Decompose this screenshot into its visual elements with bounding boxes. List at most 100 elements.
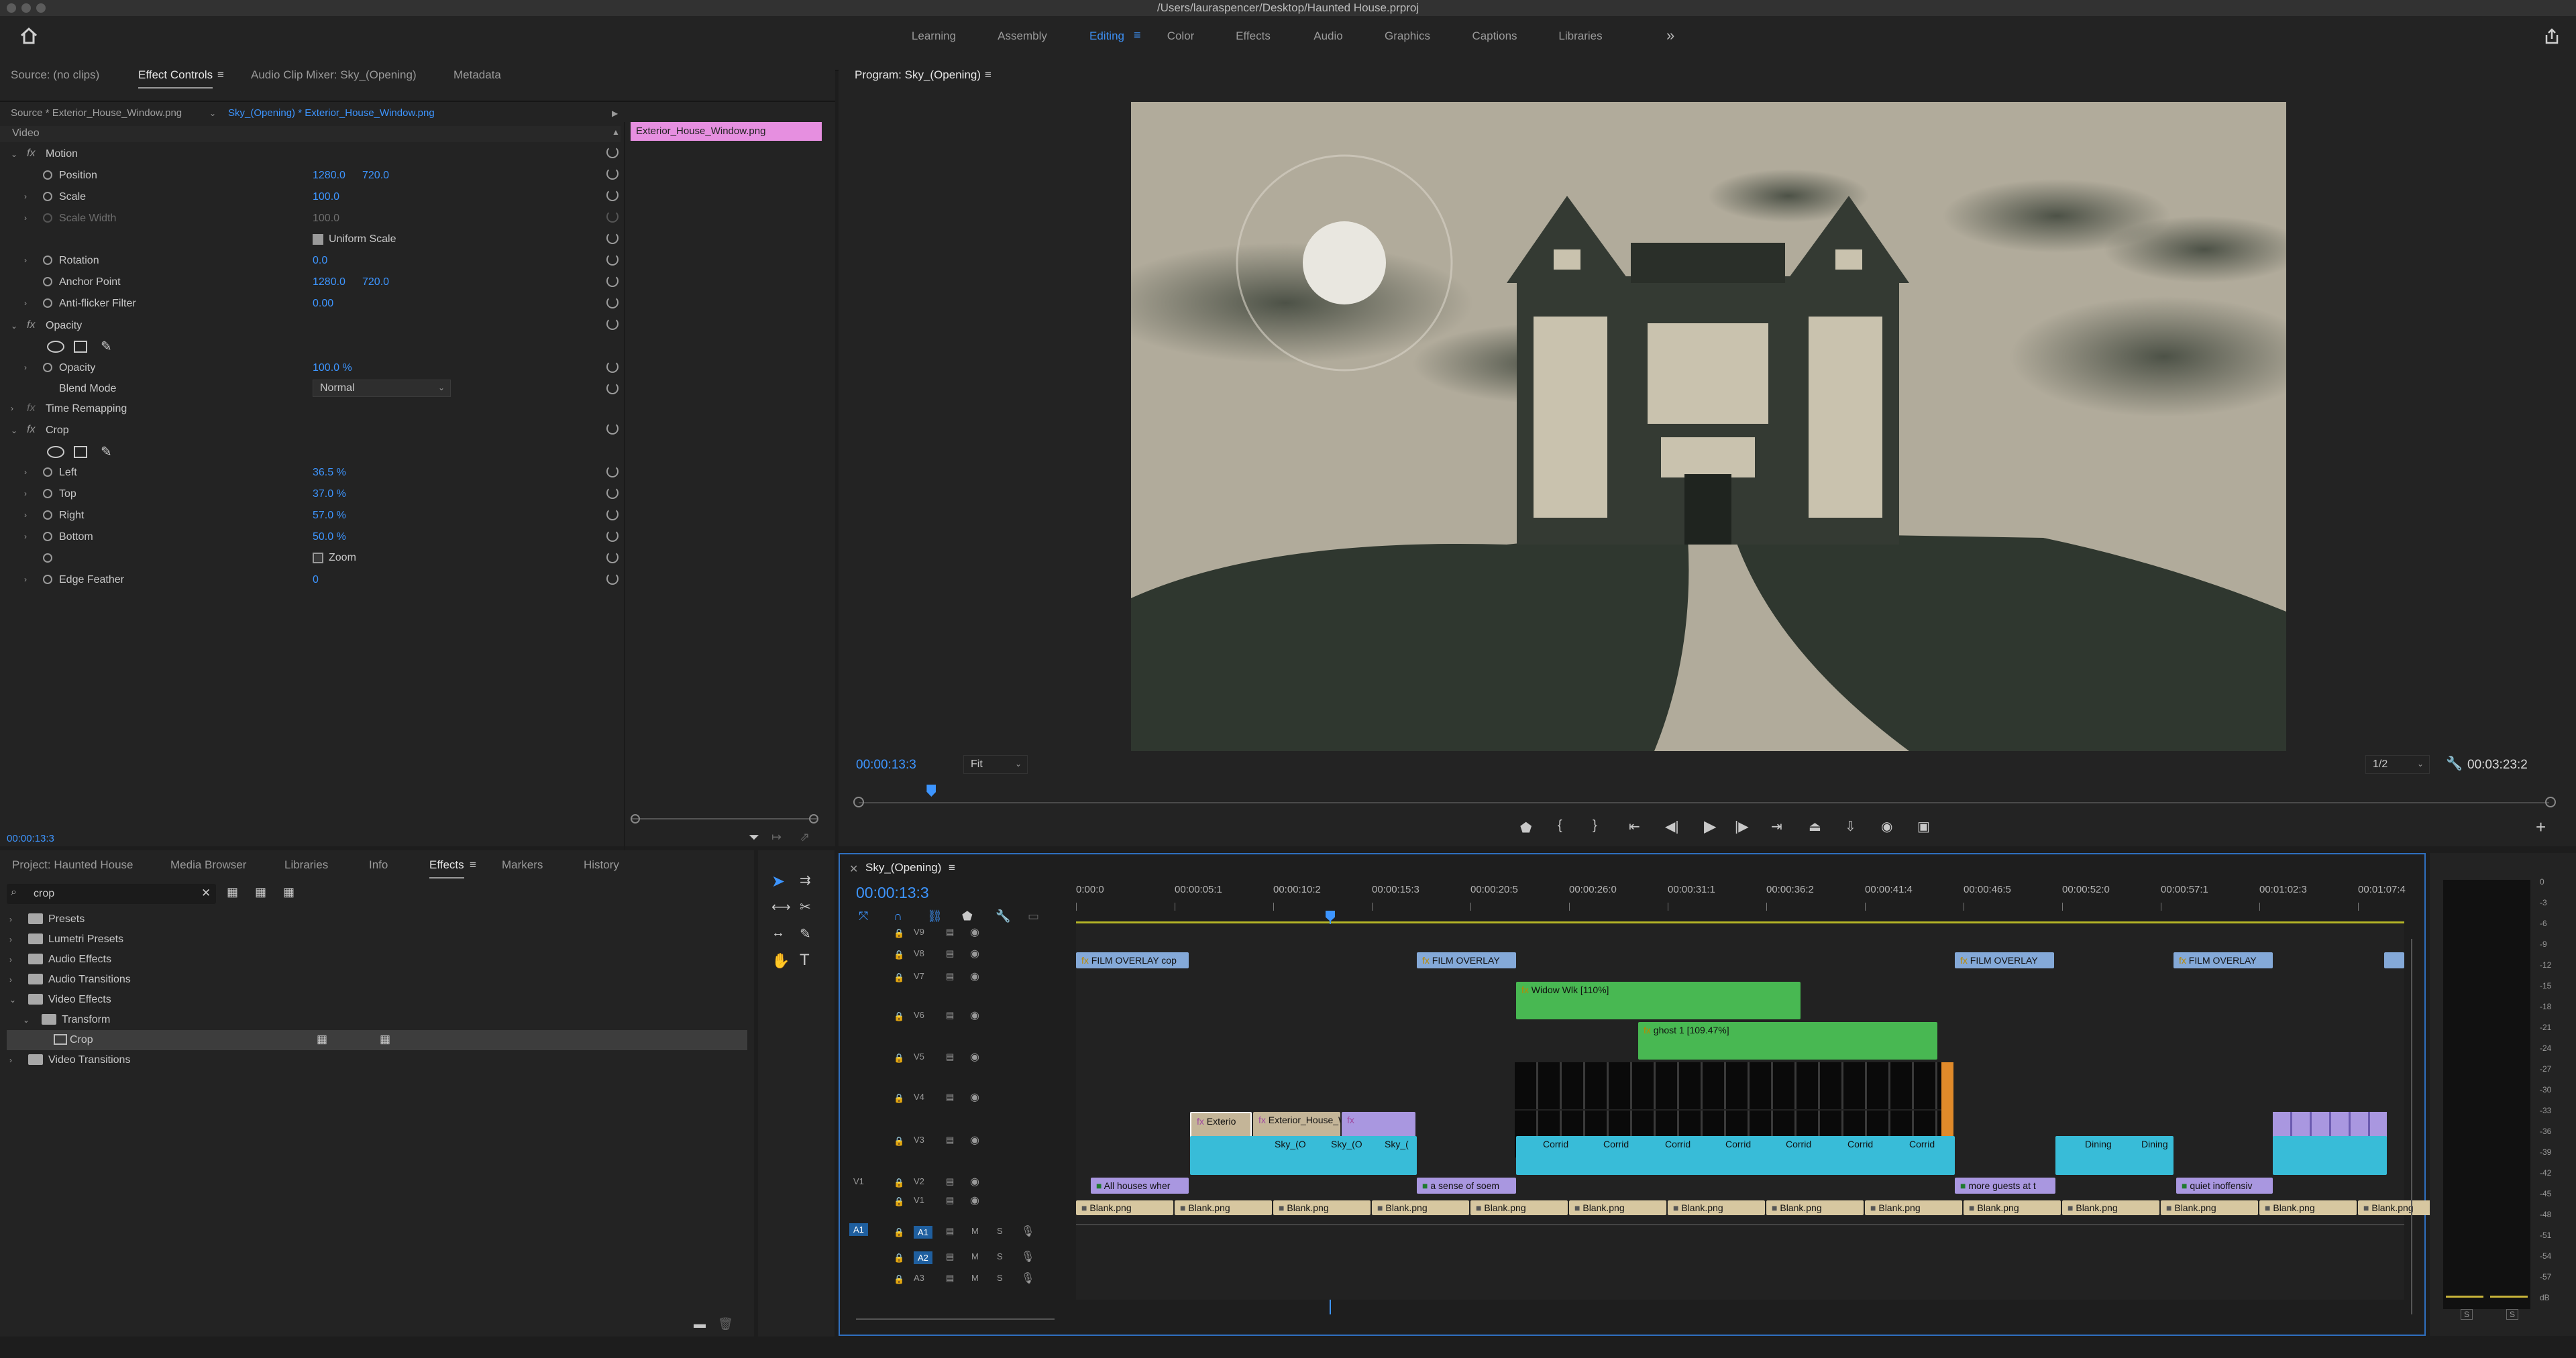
crop-left-value[interactable]: 36.5 % xyxy=(313,467,346,479)
program-video-frame[interactable] xyxy=(1131,102,2286,751)
lock-icon[interactable]: 🔒 xyxy=(894,1011,904,1022)
sync-lock-icon[interactable]: ▤ xyxy=(946,927,954,938)
program-scrub-bar[interactable] xyxy=(859,802,2549,803)
track-header-a1[interactable]: 🔒 A1 ▤ M S 🎙 xyxy=(840,1223,1075,1242)
film-overlay-clip[interactable]: fx FILM OVERLAY xyxy=(2174,952,2273,968)
track-label[interactable]: A2 xyxy=(914,1251,932,1264)
track-header-v5[interactable]: 🔒 V5 ▤ ◉ xyxy=(840,1049,1075,1068)
cyan-clips[interactable] xyxy=(2273,1136,2387,1175)
nest-icon[interactable]: ⤧ xyxy=(859,909,868,923)
crop-bottom-value[interactable]: 50.0 % xyxy=(313,531,346,543)
minimize-window-button[interactable] xyxy=(21,3,31,13)
edge-feather-value[interactable]: 0 xyxy=(313,574,319,586)
tab-media-browser[interactable]: Media Browser xyxy=(170,858,246,872)
rotation-value[interactable]: 0.0 xyxy=(313,255,327,267)
lift-icon[interactable]: ⏏ xyxy=(1809,818,1821,835)
mute-button[interactable]: M xyxy=(971,1273,979,1283)
scale-disclosure-icon[interactable]: › xyxy=(24,192,27,201)
opacity-value[interactable]: 100.0 % xyxy=(313,362,352,374)
reset-feather-icon[interactable] xyxy=(606,573,619,585)
rectangle-mask-icon[interactable] xyxy=(74,446,87,458)
uniform-scale-checkbox[interactable] xyxy=(313,234,323,245)
crop-effect-row[interactable]: Crop ▦ ▦ xyxy=(7,1030,747,1050)
track-label[interactable]: V2 xyxy=(914,1176,924,1186)
timeline-timecode[interactable]: 00:00:13:3 xyxy=(856,884,929,902)
text-clip[interactable]: ■ a sense of soem xyxy=(1417,1178,1516,1194)
blank-clip[interactable]: ■ Blank.png xyxy=(1175,1200,1272,1215)
playhead-handle[interactable] xyxy=(1326,911,1335,921)
widow-walk-clip[interactable]: fx Widow Wlk [110%] xyxy=(1516,982,1801,1019)
new-folder-icon[interactable]: ▬ xyxy=(694,1317,706,1331)
track-header-v6[interactable]: 🔒 V6 ▤ ◉ xyxy=(840,1007,1075,1026)
ellipse-mask-icon[interactable] xyxy=(47,341,64,353)
playback-resolution-select[interactable]: 1/2 ⌄ xyxy=(2365,755,2430,774)
audio-transitions-item[interactable]: Audio Transitions xyxy=(48,974,131,986)
crop-top-value[interactable]: 37.0 % xyxy=(313,488,346,500)
type-tool-icon[interactable]: T xyxy=(800,951,810,970)
source-patch-v1[interactable]: V1 xyxy=(853,1176,864,1186)
crop-right-disclosure-icon[interactable]: › xyxy=(24,510,27,520)
solo-button[interactable]: S xyxy=(997,1251,1003,1261)
stopwatch-feather-icon[interactable] xyxy=(43,575,52,584)
tab-info[interactable]: Info xyxy=(369,858,388,872)
eye-icon[interactable]: ◉ xyxy=(970,1194,979,1207)
effect-controls-timecode[interactable]: 00:00:13:3 xyxy=(7,833,54,844)
mark-out-icon[interactable]: } xyxy=(1593,818,1597,834)
lock-icon[interactable]: 🔒 xyxy=(894,972,904,983)
opacity-disclosure-icon[interactable]: ⌄ xyxy=(11,321,17,331)
ripple-edit-tool-icon[interactable]: ⟷ xyxy=(771,899,791,915)
film-overlay-clip[interactable]: fx FILM OVERLAY xyxy=(1955,952,2054,968)
source-patch-a1[interactable]: A1 xyxy=(849,1223,868,1236)
go-to-out-icon[interactable]: ⇥ xyxy=(1771,818,1782,835)
blank-clip[interactable]: ■ Blank.png xyxy=(1865,1200,1962,1215)
eye-icon[interactable]: ◉ xyxy=(970,970,979,983)
audio-effects-disclosure-icon[interactable]: › xyxy=(9,955,12,964)
wrench-icon[interactable]: 🔧 xyxy=(2446,755,2463,772)
track-label[interactable]: A3 xyxy=(914,1273,924,1283)
video-transitions-item[interactable]: Video Transitions xyxy=(48,1054,130,1066)
stopwatch-crop-right-icon[interactable] xyxy=(43,510,52,520)
zoom-handle-right[interactable] xyxy=(809,814,818,824)
sync-lock-icon[interactable]: ▤ xyxy=(946,1176,954,1187)
reset-antiflicker-icon[interactable] xyxy=(606,296,619,308)
ellipse-mask-icon[interactable] xyxy=(47,446,64,458)
rectangle-mask-icon[interactable] xyxy=(74,341,87,353)
track-label[interactable]: V3 xyxy=(914,1135,924,1145)
track-height-scrollbar[interactable] xyxy=(856,1318,1055,1320)
effects-search-input[interactable]: ⌕ crop ✕ xyxy=(7,884,216,904)
blank-clip[interactable]: ■ Blank.png xyxy=(1766,1200,1864,1215)
stopwatch-crop-bottom-icon[interactable] xyxy=(43,532,52,541)
eye-icon[interactable]: ◉ xyxy=(970,925,979,939)
position-x-value[interactable]: 1280.0 xyxy=(313,170,345,182)
lock-icon[interactable]: 🔒 xyxy=(894,928,904,939)
eye-icon[interactable]: ◉ xyxy=(970,947,979,960)
fx-badge-icon[interactable]: fx xyxy=(27,424,35,436)
microphone-icon[interactable]: 🎙 xyxy=(1021,1250,1034,1263)
tab-metadata[interactable]: Metadata xyxy=(453,68,501,82)
track-header-v7[interactable]: 🔒 V7 ▤ ◉ xyxy=(840,968,1075,987)
track-header-v2[interactable]: 🔒 V2 ▤ ◉ xyxy=(840,1174,1075,1192)
track-header-v3[interactable]: 🔒 V3 ▤ ◉ xyxy=(840,1132,1075,1151)
work-area-bar[interactable] xyxy=(1076,921,2404,923)
time-ruler[interactable]: 0:00:0 00:00:05:1 00:00:10:2 00:00:15:3 00:0… xyxy=(1076,881,2406,911)
film-overlay-clip[interactable] xyxy=(2384,952,2404,968)
panel-menu-icon[interactable]: ≡ xyxy=(470,858,476,872)
crop-left-disclosure-icon[interactable]: › xyxy=(24,467,27,477)
master-clip-path[interactable]: Source * Exterior_House_Window.png xyxy=(11,107,182,119)
panel-menu-icon[interactable]: ≡ xyxy=(949,861,955,874)
play-only-icon[interactable]: ▶ xyxy=(612,109,618,118)
lock-icon[interactable]: 🔒 xyxy=(894,1093,904,1104)
selection-tool-icon[interactable]: ➤ xyxy=(771,872,785,891)
workspace-graphics[interactable]: Graphics xyxy=(1385,30,1430,43)
tab-libraries[interactable]: Libraries xyxy=(284,858,328,872)
video-effects-item[interactable]: Video Effects xyxy=(48,994,111,1006)
home-icon[interactable] xyxy=(19,25,39,46)
close-window-button[interactable] xyxy=(7,3,16,13)
workspace-audio[interactable]: Audio xyxy=(1313,30,1342,43)
tab-source[interactable]: Source: (no clips) xyxy=(11,68,99,82)
add-marker-icon[interactable]: ⬟ xyxy=(1520,819,1532,836)
sync-lock-icon[interactable]: ▤ xyxy=(946,948,954,959)
razor-tool-icon[interactable]: ✂ xyxy=(800,899,811,915)
sync-lock-icon[interactable]: ▤ xyxy=(946,1226,954,1237)
workspace-menu-icon[interactable]: ≡ xyxy=(1134,28,1141,42)
